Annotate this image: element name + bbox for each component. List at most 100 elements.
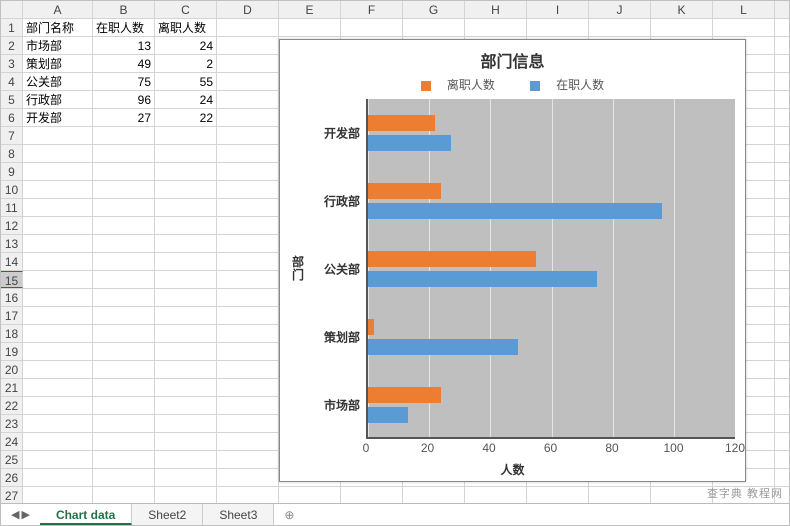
- cell-D21[interactable]: [217, 379, 279, 396]
- cell-C8[interactable]: [155, 145, 217, 162]
- col-header-F[interactable]: F: [341, 1, 403, 18]
- cell-B14[interactable]: [93, 253, 155, 270]
- row-header-23[interactable]: 23: [1, 415, 23, 432]
- cell-B12[interactable]: [93, 217, 155, 234]
- cell-A26[interactable]: [23, 469, 93, 486]
- row-header-12[interactable]: 12: [1, 217, 23, 234]
- cell-D4[interactable]: [217, 73, 279, 90]
- cell-C2[interactable]: 24: [155, 37, 217, 54]
- cell-B26[interactable]: [93, 469, 155, 486]
- cell-A21[interactable]: [23, 379, 93, 396]
- cell-B22[interactable]: [93, 397, 155, 414]
- cell-J27[interactable]: [589, 487, 651, 504]
- cell-A27[interactable]: [23, 487, 93, 504]
- cell-C6[interactable]: 22: [155, 109, 217, 126]
- cell-A4[interactable]: 公关部: [23, 73, 93, 90]
- cell-D1[interactable]: [217, 19, 279, 36]
- cell-I27[interactable]: [527, 487, 589, 504]
- col-header-K[interactable]: K: [651, 1, 713, 18]
- cell-B16[interactable]: [93, 289, 155, 306]
- cell-C3[interactable]: 2: [155, 55, 217, 72]
- cell-B20[interactable]: [93, 361, 155, 378]
- cell-D3[interactable]: [217, 55, 279, 72]
- sheet-tab-Sheet3[interactable]: Sheet3: [203, 504, 274, 525]
- cell-D8[interactable]: [217, 145, 279, 162]
- cell-C9[interactable]: [155, 163, 217, 180]
- cell-A12[interactable]: [23, 217, 93, 234]
- cell-D23[interactable]: [217, 415, 279, 432]
- cell-A2[interactable]: 市场部: [23, 37, 93, 54]
- cell-D20[interactable]: [217, 361, 279, 378]
- col-header-H[interactable]: H: [465, 1, 527, 18]
- tab-prev-icon[interactable]: ◀: [11, 508, 19, 521]
- cell-A8[interactable]: [23, 145, 93, 162]
- row-header-16[interactable]: 16: [1, 289, 23, 306]
- cell-A23[interactable]: [23, 415, 93, 432]
- cell-C12[interactable]: [155, 217, 217, 234]
- col-header-C[interactable]: C: [155, 1, 217, 18]
- cell-C23[interactable]: [155, 415, 217, 432]
- row-header-3[interactable]: 3: [1, 55, 23, 72]
- row-header-6[interactable]: 6: [1, 109, 23, 126]
- cell-A20[interactable]: [23, 361, 93, 378]
- cell-D6[interactable]: [217, 109, 279, 126]
- chart-object[interactable]: 部门信息 离职人数 在职人数 部门 开发部行政部公关部策划部市场部 020406…: [279, 39, 746, 482]
- row-header-11[interactable]: 11: [1, 199, 23, 216]
- row-header-4[interactable]: 4: [1, 73, 23, 90]
- row-header-7[interactable]: 7: [1, 127, 23, 144]
- col-header-G[interactable]: G: [403, 1, 465, 18]
- cell-C7[interactable]: [155, 127, 217, 144]
- row-header-1[interactable]: 1: [1, 19, 23, 36]
- cell-A3[interactable]: 策划部: [23, 55, 93, 72]
- row-header-8[interactable]: 8: [1, 145, 23, 162]
- cell-B23[interactable]: [93, 415, 155, 432]
- cell-B7[interactable]: [93, 127, 155, 144]
- cell-D5[interactable]: [217, 91, 279, 108]
- cell-C5[interactable]: 24: [155, 91, 217, 108]
- cell-C25[interactable]: [155, 451, 217, 468]
- tab-next-icon[interactable]: ▶: [21, 508, 29, 521]
- cell-D19[interactable]: [217, 343, 279, 360]
- cell-B2[interactable]: 13: [93, 37, 155, 54]
- cell-H27[interactable]: [465, 487, 527, 504]
- cell-C19[interactable]: [155, 343, 217, 360]
- cell-A13[interactable]: [23, 235, 93, 252]
- cell-A18[interactable]: [23, 325, 93, 342]
- cell-I1[interactable]: [527, 19, 589, 36]
- cell-B15[interactable]: [93, 271, 155, 288]
- cell-K27[interactable]: [651, 487, 713, 504]
- cell-C1[interactable]: 离职人数: [155, 19, 217, 36]
- cell-D16[interactable]: [217, 289, 279, 306]
- cell-A17[interactable]: [23, 307, 93, 324]
- cell-C11[interactable]: [155, 199, 217, 216]
- cell-B6[interactable]: 27: [93, 109, 155, 126]
- col-header-J[interactable]: J: [589, 1, 651, 18]
- cell-D17[interactable]: [217, 307, 279, 324]
- cell-B24[interactable]: [93, 433, 155, 450]
- row-header-19[interactable]: 19: [1, 343, 23, 360]
- row-header-26[interactable]: 26: [1, 469, 23, 486]
- cell-A7[interactable]: [23, 127, 93, 144]
- row-header-27[interactable]: 27: [1, 487, 23, 504]
- cell-C14[interactable]: [155, 253, 217, 270]
- cell-C22[interactable]: [155, 397, 217, 414]
- row-header-2[interactable]: 2: [1, 37, 23, 54]
- cell-D26[interactable]: [217, 469, 279, 486]
- cell-D27[interactable]: [217, 487, 279, 504]
- cell-K1[interactable]: [651, 19, 713, 36]
- cell-D24[interactable]: [217, 433, 279, 450]
- cell-A19[interactable]: [23, 343, 93, 360]
- col-header-I[interactable]: I: [527, 1, 589, 18]
- cell-D18[interactable]: [217, 325, 279, 342]
- cell-C18[interactable]: [155, 325, 217, 342]
- cell-D2[interactable]: [217, 37, 279, 54]
- row-header-21[interactable]: 21: [1, 379, 23, 396]
- cell-A24[interactable]: [23, 433, 93, 450]
- cell-B25[interactable]: [93, 451, 155, 468]
- cell-B4[interactable]: 75: [93, 73, 155, 90]
- row-header-13[interactable]: 13: [1, 235, 23, 252]
- cell-C26[interactable]: [155, 469, 217, 486]
- cell-G27[interactable]: [403, 487, 465, 504]
- cell-B10[interactable]: [93, 181, 155, 198]
- col-header-D[interactable]: D: [217, 1, 279, 18]
